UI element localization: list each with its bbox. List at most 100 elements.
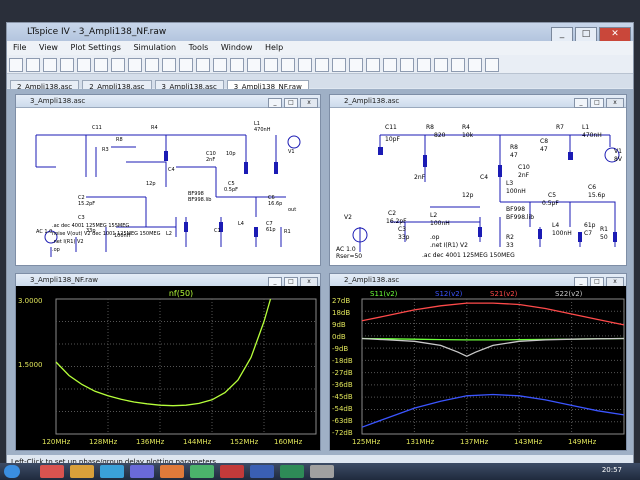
folder-icon[interactable] xyxy=(70,465,94,478)
spice-directive[interactable]: .ac dec 4001 125MEG 150MEG xyxy=(422,252,515,259)
legend-s12[interactable]: S12(v2) xyxy=(435,290,463,298)
menu-window[interactable]: Window xyxy=(221,43,253,52)
pan-icon[interactable] xyxy=(94,58,108,72)
ltspice-taskbar-icon[interactable] xyxy=(310,465,334,478)
excel-icon[interactable] xyxy=(280,465,304,478)
schematic-window-1[interactable]: 3_Ampli138.asc _ □ x C11 R8 R4 R3 C4 12p… xyxy=(15,94,321,266)
settings-icon[interactable] xyxy=(43,58,57,72)
save-icon[interactable] xyxy=(26,58,40,72)
pdf-icon[interactable] xyxy=(220,465,244,478)
series-line-s12-v2-[interactable] xyxy=(361,393,625,428)
toolbar xyxy=(7,55,633,74)
document-tabs: 2_Ampli138.asc 2_Ampli138.asc 3_Ampli138.a… xyxy=(7,74,633,94)
menu-simulation[interactable]: Simulation xyxy=(133,43,176,52)
x-tick: 144MHz xyxy=(183,438,212,446)
panel-title: 2_Ampli138.asc xyxy=(344,97,400,105)
undo-icon[interactable] xyxy=(400,58,414,72)
waveform-window-sparams[interactable]: 2_Ampli138.asc _ □ x S11(v2) S12(v2) S21(v… xyxy=(329,273,627,451)
part-label: C5 xyxy=(548,192,556,199)
explorer-icon[interactable] xyxy=(100,465,124,478)
cascade-icon[interactable] xyxy=(213,58,227,72)
spice-directive[interactable]: .net I(R1) V2 xyxy=(52,239,84,245)
part-label: 12p xyxy=(462,192,474,199)
part-label: C6 xyxy=(588,184,596,191)
part-label: 61p xyxy=(266,227,276,233)
part-label: 16.6p xyxy=(268,201,282,207)
drag-icon[interactable] xyxy=(383,58,397,72)
diode-icon[interactable] xyxy=(332,58,346,72)
part-label: C3 xyxy=(78,215,85,221)
part-label: C4 xyxy=(168,167,175,173)
y-tick: -54dB xyxy=(332,405,353,413)
part-label: AC 1.0 xyxy=(336,246,356,253)
part-label: 15.2pF xyxy=(78,201,95,207)
spice-directive[interactable]: .op xyxy=(430,234,440,241)
play-icon[interactable] xyxy=(190,465,214,478)
capacitor-icon[interactable] xyxy=(298,58,312,72)
series-line-s21-v2-[interactable] xyxy=(361,302,625,326)
waveform-window-nf[interactable]: 3_Ampli138_NF.raw _ □ x nf(50) 3.0000 1.50… xyxy=(15,273,321,451)
minimize-button[interactable]: _ xyxy=(551,27,573,42)
sparam-plot[interactable]: S11(v2) S12(v2) S21(v2) S22(v2) 27dB 18d… xyxy=(330,286,626,450)
app-icon[interactable] xyxy=(130,465,154,478)
word-icon[interactable] xyxy=(250,465,274,478)
part-label: 2nF xyxy=(414,174,426,181)
schematic-canvas-1[interactable]: C11 R8 R4 R3 C4 12p L1 470nH C5 C10 2nF … xyxy=(16,107,320,265)
menu-plot-settings[interactable]: Plot Settings xyxy=(70,43,120,52)
schematic-window-2[interactable]: 2_Ampli138.asc _ □ x C11 10pF R8 820 R4 … xyxy=(329,94,627,266)
mirror-icon[interactable] xyxy=(451,58,465,72)
move-icon[interactable] xyxy=(366,58,380,72)
inductor-icon[interactable] xyxy=(315,58,329,72)
trace-label-nf[interactable]: nf(50) xyxy=(169,289,193,298)
menu-file[interactable]: File xyxy=(13,43,26,52)
clock: 20:57 xyxy=(601,466,622,474)
series-line-nf-50-[interactable] xyxy=(55,298,272,407)
run-icon[interactable] xyxy=(60,58,74,72)
part-label: L4 xyxy=(552,222,559,229)
open-icon[interactable] xyxy=(9,58,23,72)
zoom-area-icon[interactable] xyxy=(162,58,176,72)
ground-icon[interactable] xyxy=(247,58,261,72)
rotate-icon[interactable] xyxy=(434,58,448,72)
component-icon[interactable] xyxy=(349,58,363,72)
legend-s11[interactable]: S11(v2) xyxy=(370,290,398,298)
series-line-s22-v2-[interactable] xyxy=(361,337,625,358)
close-button[interactable]: ✕ xyxy=(599,27,631,42)
spice-directive[interactable]: noise V(out) V2 dec 1001 125MEG 150MEG xyxy=(52,231,161,237)
spice-directive[interactable]: .ac dec 4001 125MEG 155MEG xyxy=(52,223,129,229)
browser-icon[interactable] xyxy=(40,465,64,478)
wire-icon[interactable] xyxy=(230,58,244,72)
spice-directive[interactable]: .net I(R1) V2 xyxy=(430,242,468,249)
part-label: 47 xyxy=(540,146,548,153)
halt-icon[interactable] xyxy=(77,58,91,72)
maximize-button[interactable]: □ xyxy=(575,27,597,42)
text-icon[interactable] xyxy=(468,58,482,72)
resistor-icon[interactable] xyxy=(281,58,295,72)
part-label: out xyxy=(288,207,296,213)
legend-s21[interactable]: S21(v2) xyxy=(490,290,518,298)
zoom-in-icon[interactable] xyxy=(111,58,125,72)
tile-icon[interactable] xyxy=(196,58,210,72)
zoom-out-icon[interactable] xyxy=(128,58,142,72)
menu-tools[interactable]: Tools xyxy=(189,43,209,52)
y-axis-ticks: 27dB 18dB 9dB 0dB -9dB -18dB -27dB -36dB… xyxy=(332,297,353,437)
x-tick: 136MHz xyxy=(136,438,165,446)
spice-directive[interactable]: .op xyxy=(52,247,60,253)
legend-s22[interactable]: S22(v2) xyxy=(555,290,583,298)
part-label: 2nF xyxy=(206,157,215,163)
start-button-icon[interactable] xyxy=(4,465,20,478)
y-tick: 27dB xyxy=(332,297,350,305)
x-tick: 125MHz xyxy=(352,438,381,446)
zoom-fit-icon[interactable] xyxy=(145,58,159,72)
media-icon[interactable] xyxy=(160,465,184,478)
redo-icon[interactable] xyxy=(417,58,431,72)
autorange-icon[interactable] xyxy=(179,58,193,72)
menu-view[interactable]: View xyxy=(39,43,58,52)
label-icon[interactable] xyxy=(264,58,278,72)
x-tick: 160MHz xyxy=(274,438,303,446)
spice-directive-icon[interactable] xyxy=(485,58,499,72)
nf-plot[interactable]: nf(50) 3.0000 1.5000 120MHz 128MHz 136MH… xyxy=(16,286,320,450)
schematic-canvas-2[interactable]: C11 10pF R8 820 R4 10k R8 47 C8 47 R7 L1… xyxy=(330,107,626,265)
part-label: C8 xyxy=(540,138,548,145)
menu-help[interactable]: Help xyxy=(265,43,283,52)
